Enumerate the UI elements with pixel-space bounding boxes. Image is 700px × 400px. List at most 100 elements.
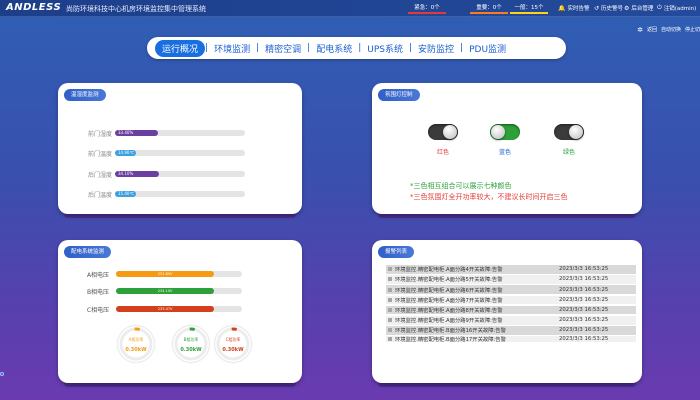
temperature-panel: 温湿度监测 前门湿度 33.40% 前门温度 14.90℃ 后门湿度 34.10% 后门温度… — [58, 83, 302, 218]
tab-overview[interactable]: 运行概况 — [155, 39, 206, 57]
switch-knob — [491, 125, 505, 139]
history-icon: ↺ — [594, 4, 600, 12]
logout-label: 注销(admin) — [663, 6, 697, 12]
stop-switch-button[interactable]: 停止切 — [685, 26, 700, 34]
panel-title: 温湿度监测 — [64, 89, 106, 101]
switch-knob — [443, 125, 457, 139]
alarm-time: 2023/3/3 16:53:25 — [559, 317, 609, 324]
list-bullet-icon — [388, 308, 392, 313]
green-light-switch[interactable] — [554, 124, 584, 140]
list-bullet-icon — [388, 287, 392, 292]
alarm-list-item[interactable]: 环境监控.精密配电柜.A面分路8开关故障:告警 2023/3/3 16:53:25 — [386, 305, 636, 315]
phase-voltage-label: C相电压 — [86, 307, 110, 314]
history-alarm-label: 历史警号 — [601, 6, 624, 12]
gauge-name: C相功率 — [225, 337, 241, 342]
panel-title: 报警列表 — [378, 246, 415, 258]
alarm-list-item[interactable]: 环境监控.精密配电柜.B面分路16开关故障:告警 2023/3/3 16:53:2… — [386, 326, 636, 335]
gauge-name: B相功率 — [183, 337, 199, 342]
temp-progress-bar: 15.40℃ — [115, 191, 245, 197]
temp-row-label: 前门湿度 — [87, 131, 112, 138]
temp-row-label: 前门温度 — [87, 151, 112, 158]
gauge-ring — [216, 327, 250, 361]
bell-icon: 🔔 — [558, 4, 566, 12]
view-controls: ✲ 返回 自动切换 停止切 — [637, 26, 700, 34]
tab-pdu[interactable]: PDU监测 — [463, 42, 512, 55]
alarm-message: 环境监控.精密配电柜.A面分路6开关故障:告警 — [395, 287, 503, 294]
blue-light-switch[interactable] — [490, 124, 520, 140]
important-alarm-count[interactable]: 重要：0个 — [470, 4, 508, 14]
alarm-message: 环境监控.精密配电柜.A面分路7开关故障:告警 — [395, 297, 503, 304]
alarm-time: 2023/3/3 16:53:25 — [559, 286, 609, 293]
voltage-progress-bar: 234.10V — [116, 288, 242, 294]
alarm-message: 环境监控.精密配电柜.A面分路5开关故障:告警 — [395, 277, 503, 284]
temp-progress-fill: 34.10% — [115, 171, 160, 177]
gauge-ring — [174, 327, 208, 361]
list-bullet-icon — [388, 337, 392, 342]
list-bullet-icon — [388, 328, 392, 333]
panel-title: 配电系统监测 — [64, 246, 112, 258]
main-tabs: 运行概况 | 环境监测 | 精密空调 | 配电系统 | UPS系统 | 安防监控… — [147, 37, 566, 59]
temp-progress-fill: 33.40% — [115, 130, 158, 136]
history-alarm-link[interactable]: ↺ 历史警号 — [594, 4, 624, 13]
gauge-value: 0.30kW — [222, 347, 244, 353]
voltage-progress-bar: 231.65V — [116, 271, 242, 277]
alarm-list-item[interactable]: 环境监控.精密配电柜.A面分路5开关故障:告警 2023/3/3 16:53:25 — [386, 275, 636, 284]
tab-ups[interactable]: UPS系统 — [361, 42, 409, 55]
alarm-time: 2023/3/3 16:53:25 — [559, 266, 609, 273]
alarm-time: 2023/3/3 16:53:25 — [559, 336, 609, 343]
back-button[interactable]: 返回 — [647, 26, 657, 34]
auto-switch-button[interactable]: 自动切换 — [661, 26, 681, 34]
alarm-time: 2023/3/3 16:53:25 — [559, 296, 609, 303]
power-distribution-panel: 配电系统监测 A相电压 231.65V B相电压 234.10V C相电压 233.47V… — [58, 240, 302, 387]
red-light-switch[interactable] — [428, 124, 458, 140]
list-bullet-icon — [388, 277, 392, 282]
settings-icon[interactable]: ✲ — [637, 26, 643, 34]
alarm-list-item[interactable]: 环境监控.精密配电柜.A面分路4开关故障:告警 2023/3/3 16:53:25 — [386, 265, 636, 274]
company-logo: ANDLESS — [6, 2, 62, 13]
alarm-time: 2023/3/3 16:53:25 — [559, 307, 609, 314]
normal-alarm-count[interactable]: 一般：15个 — [510, 4, 548, 14]
color-combo-note: *三色相互组合可以展示七种颜色 — [410, 182, 512, 190]
red-light-label: 红色 — [436, 149, 449, 156]
urgent-alarm-count[interactable]: 紧急：0个 — [408, 4, 446, 14]
logout-link[interactable]: ⏻ 注销(admin) — [657, 4, 696, 12]
top-header: ANDLESS 尚防环境科技中心机房环境监控集中管理系统 紧急：0个 重要：0个… — [0, 0, 700, 17]
phase-voltage-label: A相电压 — [86, 272, 110, 279]
alarm-list-item[interactable]: 环境监控.精密配电柜.A面分路9开关故障:告警 2023/3/3 16:53:25 — [386, 316, 636, 325]
temp-progress-fill: 14.90℃ — [115, 150, 136, 156]
alarm-list-item[interactable]: 环境监控.精密配电柜.B面分路17开关故障:告警 2023/3/3 16:53:2… — [386, 336, 636, 343]
alarm-list-item[interactable]: 环境监控.精密配电柜.A面分路6开关故障:告警 2023/3/3 16:53:25 — [386, 285, 636, 294]
alarm-time: 2023/3/3 16:53:25 — [559, 276, 609, 283]
alarm-message: 环境监控.精密配电柜.A面分路4开关故障:告警 — [395, 267, 503, 274]
gauge-value: 0.30kW — [125, 347, 147, 353]
power-warning-note: *三色氛围灯全开功率较大，不建议长时间开启三色 — [410, 193, 568, 201]
voltage-progress-fill: 233.47V — [116, 306, 215, 312]
tab-precision-ac[interactable]: 精密空调 — [259, 42, 307, 55]
temp-row-label: 后门湿度 — [87, 172, 112, 179]
list-bullet-icon — [388, 318, 392, 323]
blue-light-label: 蓝色 — [498, 149, 511, 156]
gauge-value: 0.30kW — [180, 347, 202, 353]
admin-link[interactable]: ⚙ 后台管理 — [624, 4, 653, 13]
system-title: 尚防环境科技中心机房环境监控集中管理系统 — [66, 5, 206, 13]
gear-icon: ⚙ — [624, 4, 630, 12]
temp-progress-bar: 33.40% — [115, 130, 245, 136]
ambient-light-panel: 氛围灯控制 红色 蓝色 绿色 *三色相互组合可以展示七种颜色 *三色氛围灯全开功… — [372, 83, 642, 218]
alarm-time: 2023/3/3 16:53:25 — [559, 327, 609, 334]
realtime-alarm-label: 实时告警 — [567, 6, 590, 12]
phase-voltage-label: B相电压 — [86, 289, 110, 296]
alarm-list-item[interactable]: 环境监控.精密配电柜.A面分路7开关故障:告警 2023/3/3 16:53:25 — [386, 295, 636, 305]
alarm-message: 环境监控.精密配电柜.A面分路8开关故障:告警 — [395, 308, 503, 315]
realtime-alarm-link[interactable]: 🔔 实时告警 — [558, 4, 590, 13]
tab-security[interactable]: 安防监控 — [412, 42, 460, 55]
alarm-message: 环境监控.精密配电柜.B面分路17开关故障:告警 — [395, 337, 506, 343]
list-bullet-icon — [388, 267, 392, 272]
panel-title: 氛围灯控制 — [378, 89, 420, 101]
tab-power-distribution[interactable]: 配电系统 — [310, 42, 358, 55]
voltage-progress-fill: 231.65V — [116, 271, 215, 277]
temp-progress-bar: 14.90℃ — [115, 150, 245, 156]
tab-environment[interactable]: 环境监测 — [208, 42, 256, 55]
temp-progress-fill: 15.40℃ — [115, 191, 136, 197]
gauge-name: A相功率 — [128, 337, 144, 342]
temp-progress-bar: 34.10% — [115, 171, 245, 177]
